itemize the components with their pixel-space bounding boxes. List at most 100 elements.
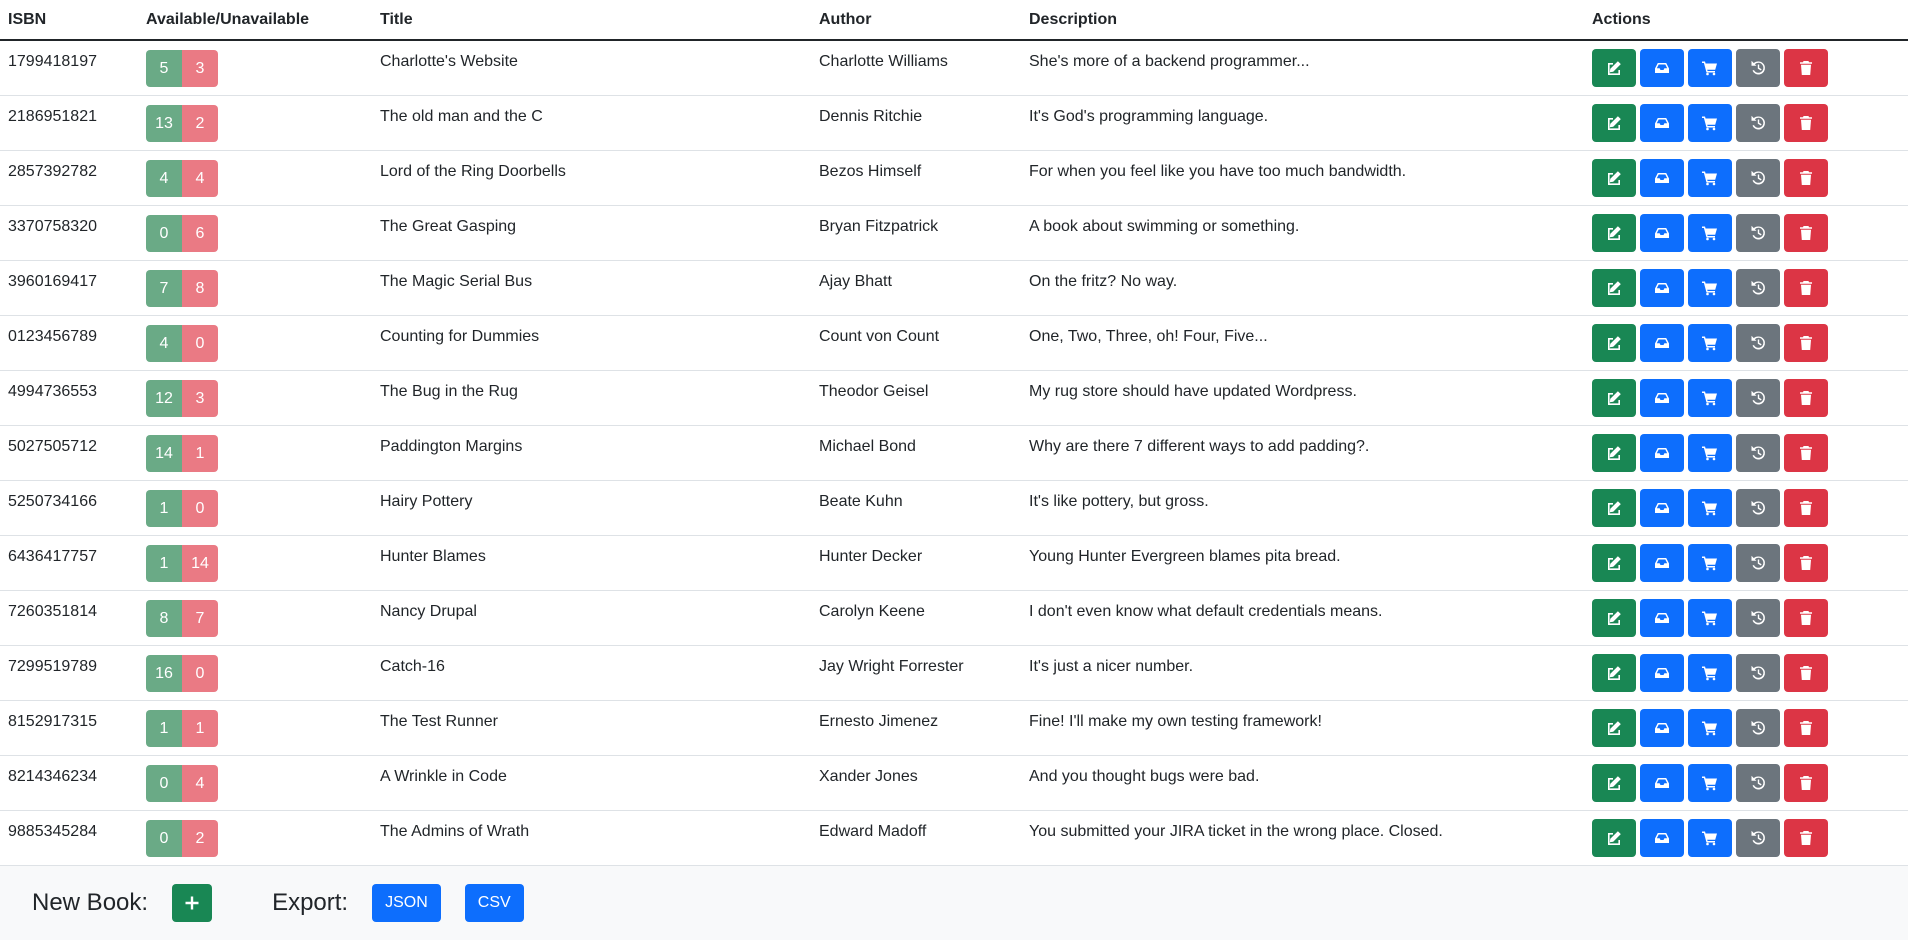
history-button[interactable]: [1736, 213, 1780, 252]
check-in-button[interactable]: [1640, 708, 1684, 747]
check-out-button[interactable]: [1688, 818, 1732, 857]
edit-button[interactable]: [1592, 818, 1636, 857]
history-button[interactable]: [1736, 763, 1780, 802]
book-description: A book about swimming or something.: [1029, 217, 1300, 235]
check-in-button[interactable]: [1640, 323, 1684, 362]
check-in-button[interactable]: [1640, 158, 1684, 197]
check-out-button[interactable]: [1688, 763, 1732, 802]
check-out-button[interactable]: [1688, 158, 1732, 197]
table-row: 8214346234 0 4 A Wrinkle in Code Xander …: [0, 755, 1908, 811]
trash-icon: [1800, 555, 1812, 570]
check-in-button[interactable]: [1640, 433, 1684, 472]
edit-button[interactable]: [1592, 158, 1636, 197]
delete-button[interactable]: [1784, 488, 1828, 527]
book-description: One, Two, Three, oh! Four, Five...: [1029, 327, 1268, 345]
edit-button[interactable]: [1592, 763, 1636, 802]
history-button[interactable]: [1736, 598, 1780, 637]
check-out-button[interactable]: [1688, 488, 1732, 527]
edit-button[interactable]: [1592, 213, 1636, 252]
history-button[interactable]: [1736, 103, 1780, 142]
unavailable-count-badge: 8: [182, 269, 218, 307]
unavailable-count-badge: 2: [182, 104, 218, 142]
edit-button[interactable]: [1592, 323, 1636, 362]
history-button[interactable]: [1736, 543, 1780, 582]
check-in-button[interactable]: [1640, 763, 1684, 802]
history-button[interactable]: [1736, 378, 1780, 417]
check-in-button[interactable]: [1640, 213, 1684, 252]
inbox-icon: [1655, 282, 1669, 293]
delete-button[interactable]: [1784, 543, 1828, 582]
edit-button[interactable]: [1592, 103, 1636, 142]
check-in-button[interactable]: [1640, 268, 1684, 307]
table-row: 0123456789 4 0 Counting for Dummies Coun…: [0, 315, 1908, 371]
edit-button[interactable]: [1592, 598, 1636, 637]
check-in-button[interactable]: [1640, 543, 1684, 582]
isbn-value: 7299519789: [8, 657, 97, 675]
delete-button[interactable]: [1784, 433, 1828, 472]
row-actions: [1592, 316, 1900, 362]
check-out-button[interactable]: [1688, 708, 1732, 747]
delete-button[interactable]: [1784, 763, 1828, 802]
check-out-button[interactable]: [1688, 49, 1732, 87]
check-out-button[interactable]: [1688, 653, 1732, 692]
check-out-button[interactable]: [1688, 543, 1732, 582]
check-in-button[interactable]: [1640, 818, 1684, 857]
export-json-button[interactable]: JSON: [372, 884, 441, 922]
check-out-button[interactable]: [1688, 213, 1732, 252]
delete-button[interactable]: [1784, 49, 1828, 87]
book-description: It's God's programming language.: [1029, 107, 1269, 125]
edit-button[interactable]: [1592, 433, 1636, 472]
inbox-icon: [1655, 172, 1669, 183]
edit-button[interactable]: [1592, 488, 1636, 527]
check-in-button[interactable]: [1640, 103, 1684, 142]
check-out-button[interactable]: [1688, 378, 1732, 417]
edit-button[interactable]: [1592, 708, 1636, 747]
delete-button[interactable]: [1784, 818, 1828, 857]
delete-button[interactable]: [1784, 598, 1828, 637]
export-csv-button[interactable]: CSV: [464, 884, 524, 922]
delete-button[interactable]: [1784, 268, 1828, 307]
history-button[interactable]: [1736, 323, 1780, 362]
history-button[interactable]: [1736, 488, 1780, 527]
check-in-button[interactable]: [1640, 653, 1684, 692]
check-in-button[interactable]: [1640, 378, 1684, 417]
edit-button[interactable]: [1592, 653, 1636, 692]
history-button[interactable]: [1736, 49, 1780, 87]
isbn-cell: 7260351814: [0, 590, 138, 646]
isbn-value: 5250734166: [8, 492, 97, 510]
delete-button[interactable]: [1784, 708, 1828, 747]
delete-button[interactable]: [1784, 653, 1828, 692]
history-button[interactable]: [1736, 433, 1780, 472]
delete-button[interactable]: [1784, 103, 1828, 142]
history-button[interactable]: [1736, 653, 1780, 692]
delete-button[interactable]: [1784, 158, 1828, 197]
history-button[interactable]: [1736, 268, 1780, 307]
edit-button[interactable]: [1592, 543, 1636, 582]
edit-button[interactable]: [1592, 49, 1636, 87]
description-cell: My rug store should have updated Wordpre…: [1021, 370, 1584, 426]
delete-button[interactable]: [1784, 378, 1828, 417]
history-button[interactable]: [1736, 818, 1780, 857]
check-out-button[interactable]: [1688, 598, 1732, 637]
edit-button[interactable]: [1592, 268, 1636, 307]
delete-button[interactable]: [1784, 323, 1828, 362]
new-book-button[interactable]: [172, 884, 213, 922]
history-button[interactable]: [1736, 158, 1780, 197]
edit-button[interactable]: [1592, 378, 1636, 417]
actions-cell: [1584, 645, 1908, 701]
isbn-cell: 5250734166: [0, 480, 138, 536]
author-cell: Edward Madoff: [811, 810, 1021, 866]
check-in-button[interactable]: [1640, 488, 1684, 527]
book-author: Hunter Decker: [819, 547, 923, 565]
check-out-button[interactable]: [1688, 323, 1732, 362]
check-in-button[interactable]: [1640, 49, 1684, 87]
check-in-button[interactable]: [1640, 598, 1684, 637]
cart-icon: [1702, 611, 1717, 625]
trash-icon: [1800, 115, 1812, 130]
check-out-button[interactable]: [1688, 268, 1732, 307]
description-cell: Why are there 7 different ways to add pa…: [1021, 425, 1584, 481]
check-out-button[interactable]: [1688, 433, 1732, 472]
history-button[interactable]: [1736, 708, 1780, 747]
delete-button[interactable]: [1784, 213, 1828, 252]
check-out-button[interactable]: [1688, 103, 1732, 142]
